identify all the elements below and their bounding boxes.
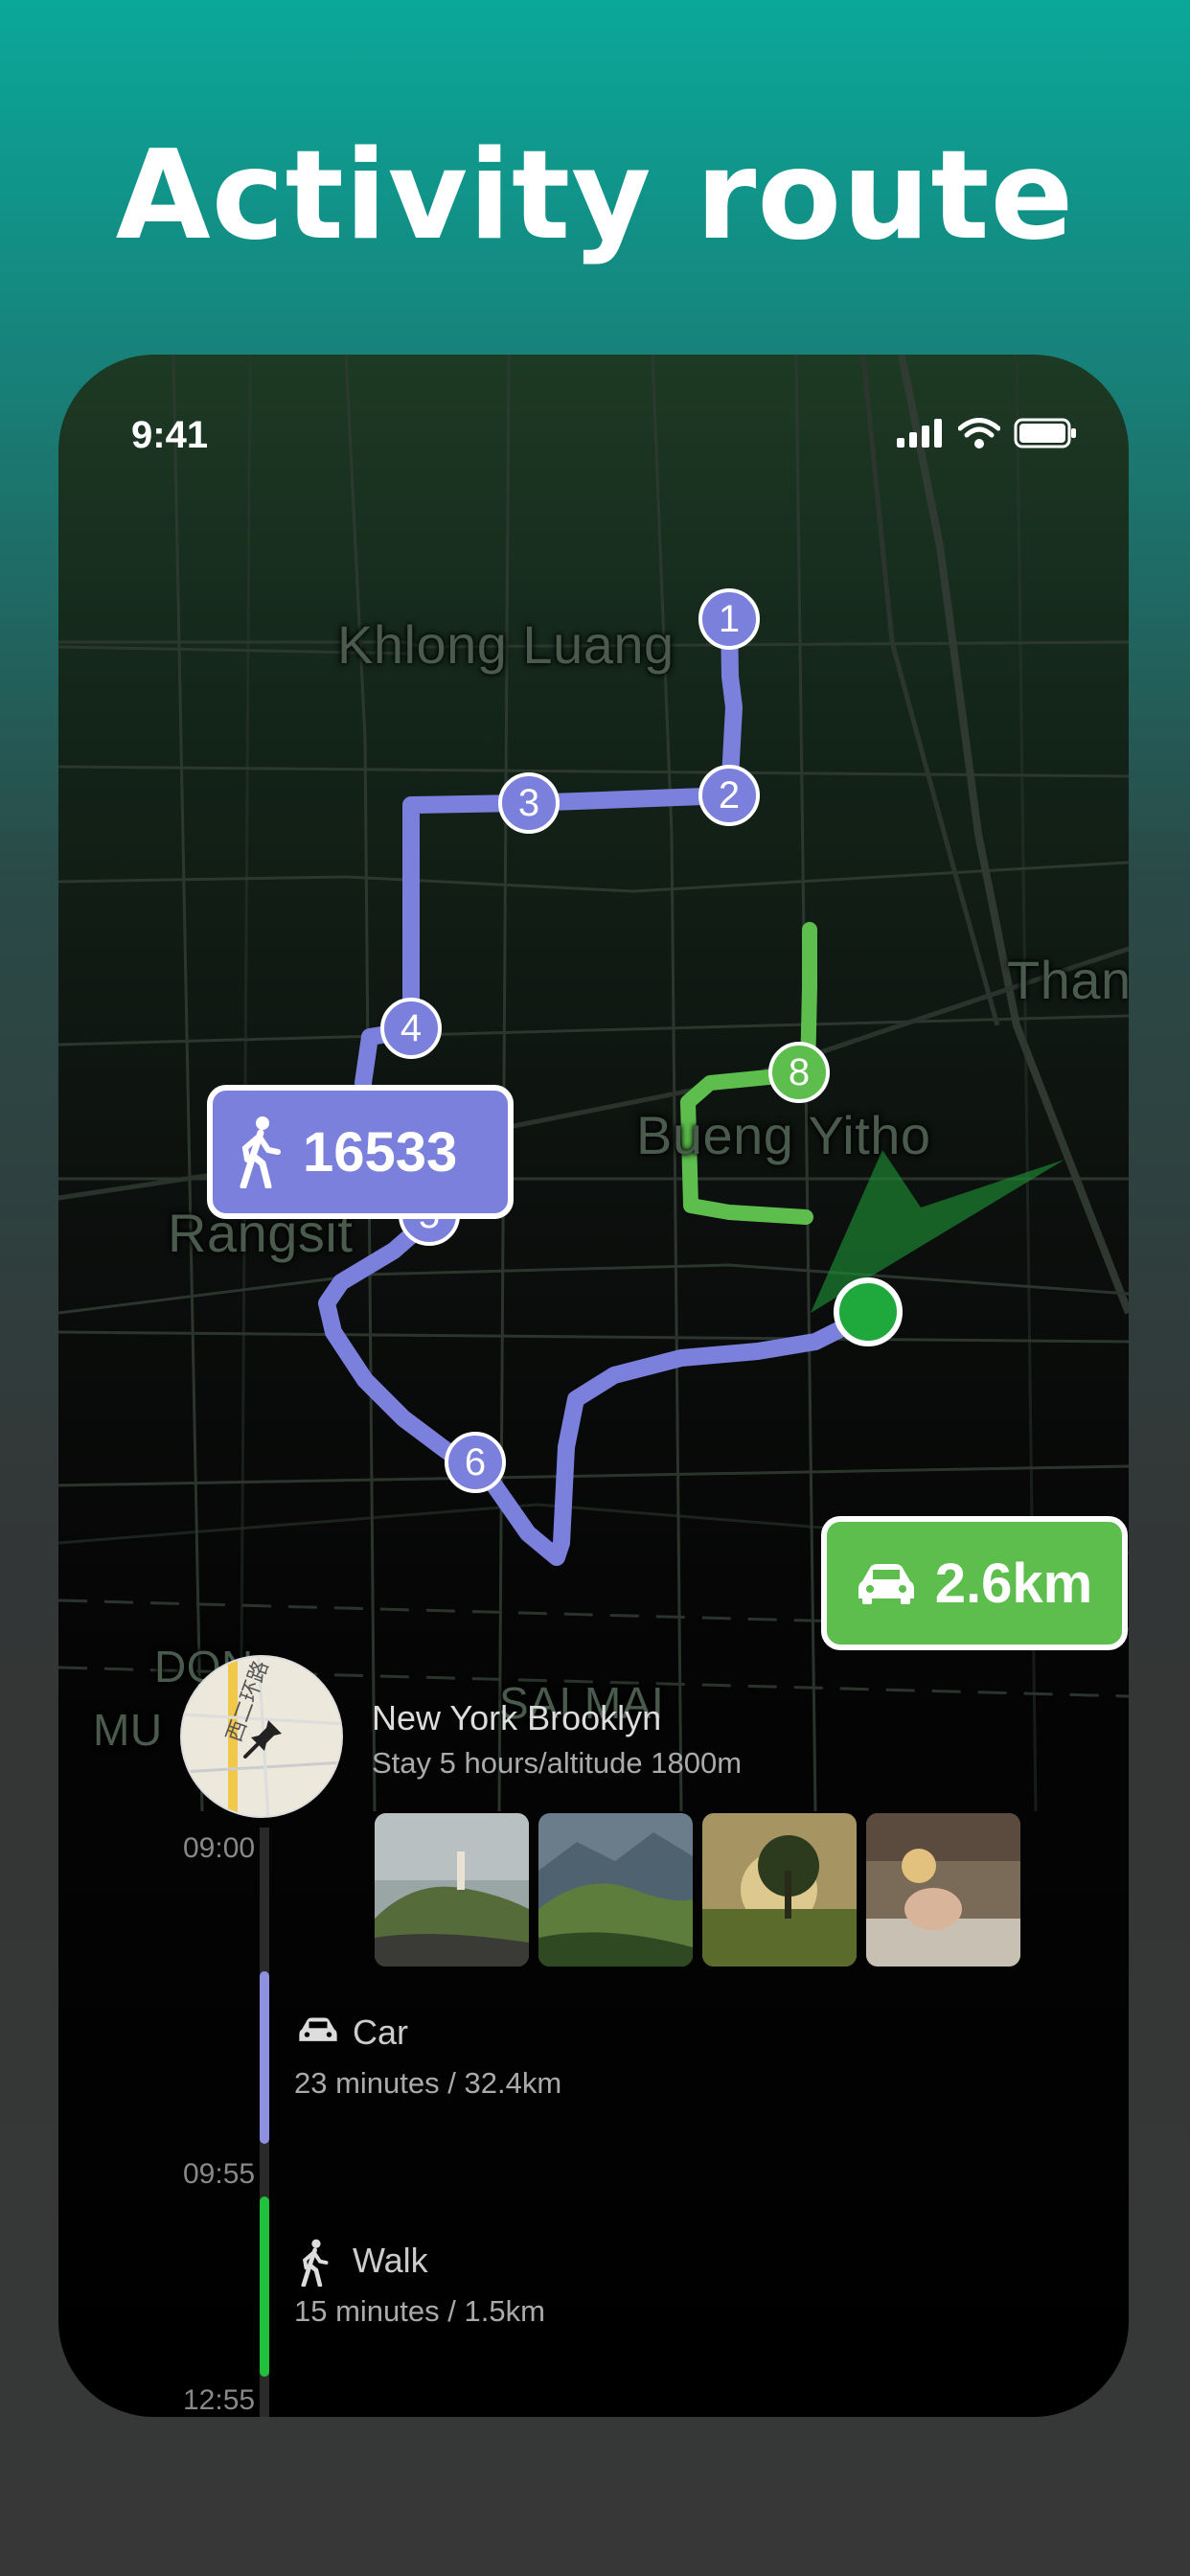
pin-icon: [243, 1720, 282, 1759]
leg-title-car: Car: [353, 2012, 409, 2052]
place-title: New York Brooklyn: [372, 1698, 662, 1737]
place-subtitle: Stay 5 hours/altitude 1800m: [372, 1746, 743, 1780]
headline: Activity route: [115, 125, 1075, 267]
map-label-khlong-luang: Khlong Luang: [337, 614, 675, 675]
route-node-3[interactable]: 3: [498, 772, 560, 834]
photo-thumbnail[interactable]: [702, 1813, 857, 1966]
route-node-6[interactable]: 6: [445, 1432, 506, 1493]
walking-icon: [301, 2239, 329, 2287]
status-icons: [897, 418, 1077, 448]
route-node-4[interactable]: 4: [380, 998, 442, 1059]
wifi-icon: [958, 418, 1000, 448]
route-node-8[interactable]: 8: [768, 1042, 830, 1103]
walk-steps-value: 16533: [303, 1120, 458, 1184]
route-node-2[interactable]: 2: [698, 765, 760, 826]
cellular-signal-icon: [897, 419, 942, 448]
time-label-middle: 09:55: [183, 2158, 256, 2190]
battery-icon: [1014, 418, 1076, 448]
time-label-start: 09:00: [183, 1832, 256, 1864]
route-node-1[interactable]: 1: [698, 588, 760, 650]
map-label-bueng-yitho: Bueng Yitho: [636, 1105, 931, 1165]
walking-icon: [240, 1116, 281, 1188]
photo-thumbnail[interactable]: [866, 1813, 1020, 1966]
car-icon: [858, 1564, 914, 1604]
leg-title-walk: Walk: [353, 2241, 428, 2280]
car-icon: [299, 2017, 337, 2041]
map-label-mu: MU: [93, 1705, 163, 1755]
status-time: 9:41: [131, 414, 209, 456]
time-label-end: 12:55: [183, 2384, 256, 2416]
phone-screen: 9:41 Khlong Luang Rangsit Bueng Yitho Th…: [58, 355, 1129, 2417]
photo-strip: [375, 1813, 1020, 1966]
walk-steps-badge[interactable]: 16533: [207, 1085, 514, 1219]
photo-thumbnail[interactable]: [375, 1813, 529, 1966]
car-distance-value: 2.6km: [934, 1552, 1093, 1615]
timeline-segment-walk: [260, 2196, 269, 2377]
map-label-than: Than: [1007, 950, 1129, 1010]
leg-detail-walk: 15 minutes / 1.5km: [294, 2294, 545, 2328]
photo-thumbnail[interactable]: [538, 1813, 693, 1966]
car-distance-badge[interactable]: 2.6km: [821, 1516, 1128, 1650]
timeline-segment-car: [260, 1971, 269, 2144]
leg-detail-car: 23 minutes / 32.4km: [294, 2066, 562, 2100]
place-avatar[interactable]: 西二环路: [180, 1655, 343, 1818]
current-location-dot[interactable]: [834, 1277, 903, 1346]
